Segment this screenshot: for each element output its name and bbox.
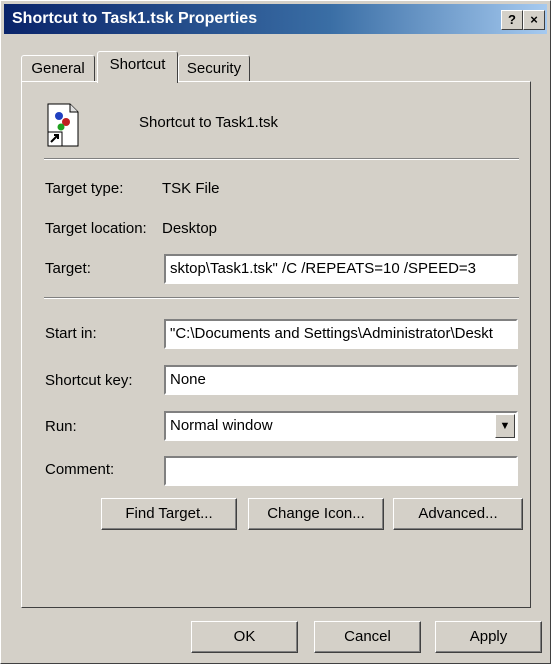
target-location-label: Target location: [45,220,147,237]
target-location-value: Desktop [162,220,218,237]
target-type-label: Target type: [45,180,124,197]
tab-shortcut[interactable]: Shortcut [97,51,178,83]
find-target-button[interactable]: Find Target... [101,498,237,530]
properties-dialog: Shortcut to Task1.tsk Properties ? × Gen… [0,0,551,664]
advanced-button[interactable]: Advanced... [393,498,523,530]
shortcut-name: Shortcut to Task1.tsk [139,114,278,131]
run-label: Run: [45,418,77,435]
separator [44,297,519,299]
cancel-button[interactable]: Cancel [314,621,421,653]
start-in-label: Start in: [45,325,97,342]
chevron-down-icon[interactable]: ▼ [495,414,515,438]
title-bar[interactable]: Shortcut to Task1.tsk Properties ? × [4,4,547,34]
target-field[interactable]: sktop\Task1.tsk" /C /REPEATS=10 /SPEED=3 [164,254,518,284]
window-title: Shortcut to Task1.tsk Properties [12,10,258,27]
help-button[interactable]: ? [501,10,523,30]
shortcut-tab-panel: Shortcut to Task1.tsk Target type: TSK F… [21,81,531,608]
start-in-field[interactable]: "C:\Documents and Settings\Administrator… [164,319,518,349]
comment-label: Comment: [45,461,115,478]
ok-button[interactable]: OK [191,621,298,653]
shortcut-key-label: Shortcut key: [45,372,133,389]
task-file-shortcut-icon [44,102,84,148]
apply-button[interactable]: Apply [435,621,542,653]
tab-general[interactable]: General [21,55,95,82]
run-dropdown[interactable]: Normal window ▼ [164,411,518,441]
run-selected-value: Normal window [170,417,273,434]
close-button[interactable]: × [523,10,545,30]
comment-field[interactable] [164,456,518,486]
change-icon-button[interactable]: Change Icon... [248,498,384,530]
shortcut-key-field[interactable]: None [164,365,518,395]
separator [44,158,519,160]
tab-security[interactable]: Security [178,55,250,82]
target-label: Target: [45,260,91,277]
target-type-value: TSK File [162,180,220,197]
